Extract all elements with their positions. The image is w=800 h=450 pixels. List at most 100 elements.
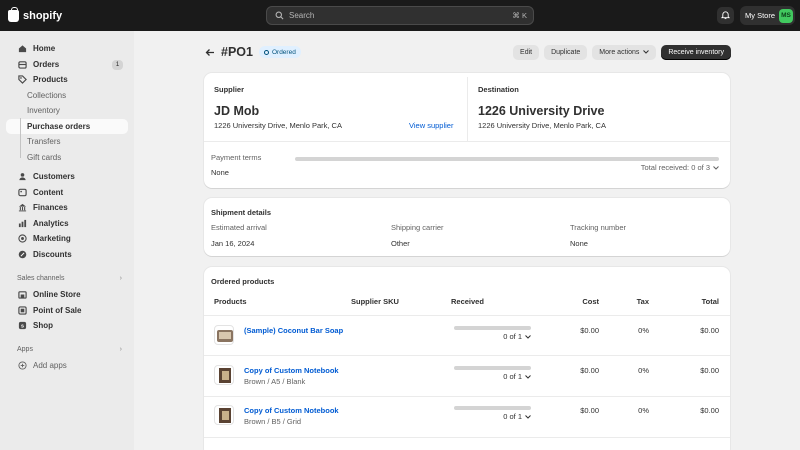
duplicate-button[interactable]: Duplicate [544,44,588,60]
total-received-toggle[interactable]: Total received: 0 of 3 [641,163,719,172]
column-header-tax: Tax [636,297,649,306]
chevron-down-icon [713,165,719,170]
apps-header[interactable]: Apps › [6,343,128,357]
shopify-logo[interactable]: shopify [8,6,63,22]
shipment-title: Shipment details [211,208,272,217]
sidebar-item-label: Discounts [33,249,72,259]
sales-channels-header[interactable]: Sales channels › [6,271,128,285]
sidebar-item-content[interactable]: Content [6,185,128,201]
discount-icon [17,249,27,259]
tax-value: 0% [638,326,649,335]
sidebar-item-inventory[interactable]: Inventory [6,103,128,119]
sidebar-item-home[interactable]: Home [6,41,128,57]
cost-value: $0.00 [580,326,599,335]
sidebar-item-customers[interactable]: Customers [6,169,128,185]
store-icon [17,290,27,300]
search-placeholder: Search [289,11,315,20]
shop-icon: s [17,321,27,331]
sidebar-item-label: Content [33,187,64,197]
store-name: My Store [745,11,776,20]
sidebar-item-purchase-orders[interactable]: Purchase orders [6,118,128,134]
sidebar-item-collections[interactable]: Collections [6,88,128,104]
search-bar[interactable]: Search ⌘ K [266,6,534,25]
received-count: 0 of 1 [503,372,522,381]
bank-icon [17,203,27,213]
ordered-products-card: Ordered products Products Supplier SKU R… [204,267,730,450]
store-menu-button[interactable]: My Store MS [740,6,795,25]
sidebar-item-marketing[interactable]: Marketing [6,231,128,247]
person-icon [17,172,27,182]
chevron-down-icon [525,374,531,379]
sidebar-item-label: Online Store [33,290,81,300]
sidebar-item-label: Shop [33,321,53,331]
home-icon [17,44,27,54]
search-icon [275,11,284,20]
supplier-destination-card: Supplier JD Mob 1226 University Drive, M… [204,73,730,188]
shipping-carrier-label: Shipping carrier [391,223,444,232]
shopping-bag-icon [8,6,19,22]
sidebar-item-point-of-sale[interactable]: Point of Sale [6,303,128,319]
tax-value: 0% [638,366,649,375]
chevron-right-icon: › [119,346,122,353]
sidebar-item-transfers[interactable]: Transfers [6,134,128,150]
product-thumbnail [214,325,234,345]
notifications-button[interactable] [717,7,734,24]
sidebar-item-discounts[interactable]: Discounts [6,247,128,263]
column-header-products: Products [214,297,247,306]
sidebar-item-shop[interactable]: s Shop [6,318,128,334]
total-received-progress-bar [295,157,719,161]
target-icon [17,234,27,244]
received-count: 0 of 1 [503,332,522,341]
back-arrow-icon[interactable] [205,48,215,57]
received-progress-bar [454,406,531,410]
content-icon [17,187,27,197]
received-progress-bar [454,326,531,330]
top-bar: shopify Search ⌘ K My Store MS [0,0,800,31]
view-supplier-link[interactable]: View supplier [409,121,453,130]
total-value: $0.00 [700,366,719,375]
destination-label: Destination [478,85,519,94]
sidebar-item-add-apps[interactable]: Add apps [6,358,128,374]
sidebar-item-label: Finances [33,203,68,213]
payment-terms-value: None [211,168,229,177]
sidebar-item-online-store[interactable]: Online Store [6,287,128,303]
sales-channels-label: Sales channels [17,274,65,282]
product-name-link[interactable]: Copy of Custom Notebook [244,406,339,415]
product-name-link[interactable]: (Sample) Coconut Bar Soap [244,326,343,335]
divider [204,141,730,142]
ordered-products-title: Ordered products [211,277,275,286]
tag-icon [17,75,27,85]
chevron-down-icon [525,414,531,419]
sidebar-item-label: Gift cards [27,152,62,162]
sidebar-item-gift-cards[interactable]: Gift cards [6,150,128,166]
received-toggle[interactable]: 0 of 1 [454,332,531,341]
chevron-down-icon [525,334,531,339]
sidebar-item-finances[interactable]: Finances [6,200,128,216]
svg-text:s: s [21,324,24,330]
received-toggle[interactable]: 0 of 1 [454,412,531,421]
edit-button[interactable]: Edit [513,44,540,60]
supplier-address: 1226 University Drive, Menlo Park, CA [214,121,342,130]
more-actions-button[interactable]: More actions [592,44,657,60]
shipping-carrier-value: Other [391,239,410,248]
status-dot-icon [263,49,269,55]
shipment-details-card: Shipment details Estimated arrival Jan 1… [204,198,730,256]
pos-icon [17,305,27,315]
received-count: 0 of 1 [503,412,522,421]
sidebar-item-products[interactable]: Products [6,72,128,88]
sidebar-item-label: Point of Sale [33,305,82,315]
destination-name: 1226 University Drive [478,104,605,118]
table-row: Copy of Custom Notebook Brown / A5 / Bla… [204,356,730,396]
sidebar-item-label: Marketing [33,234,71,244]
status-badge: Ordered [258,46,301,58]
brand-name: shopify [23,9,63,22]
sidebar-item-orders[interactable]: Orders 1 [6,57,128,73]
product-variant: Brown / B5 / Grid [244,417,302,426]
product-name-link[interactable]: Copy of Custom Notebook [244,366,339,375]
sidebar-item-label: Home [33,44,56,54]
received-toggle[interactable]: 0 of 1 [454,372,531,381]
page-title: #PO1 [221,45,253,59]
receive-inventory-button[interactable]: Receive inventory [661,44,731,60]
sidebar-item-analytics[interactable]: Analytics [6,216,128,232]
avatar: MS [779,8,793,23]
